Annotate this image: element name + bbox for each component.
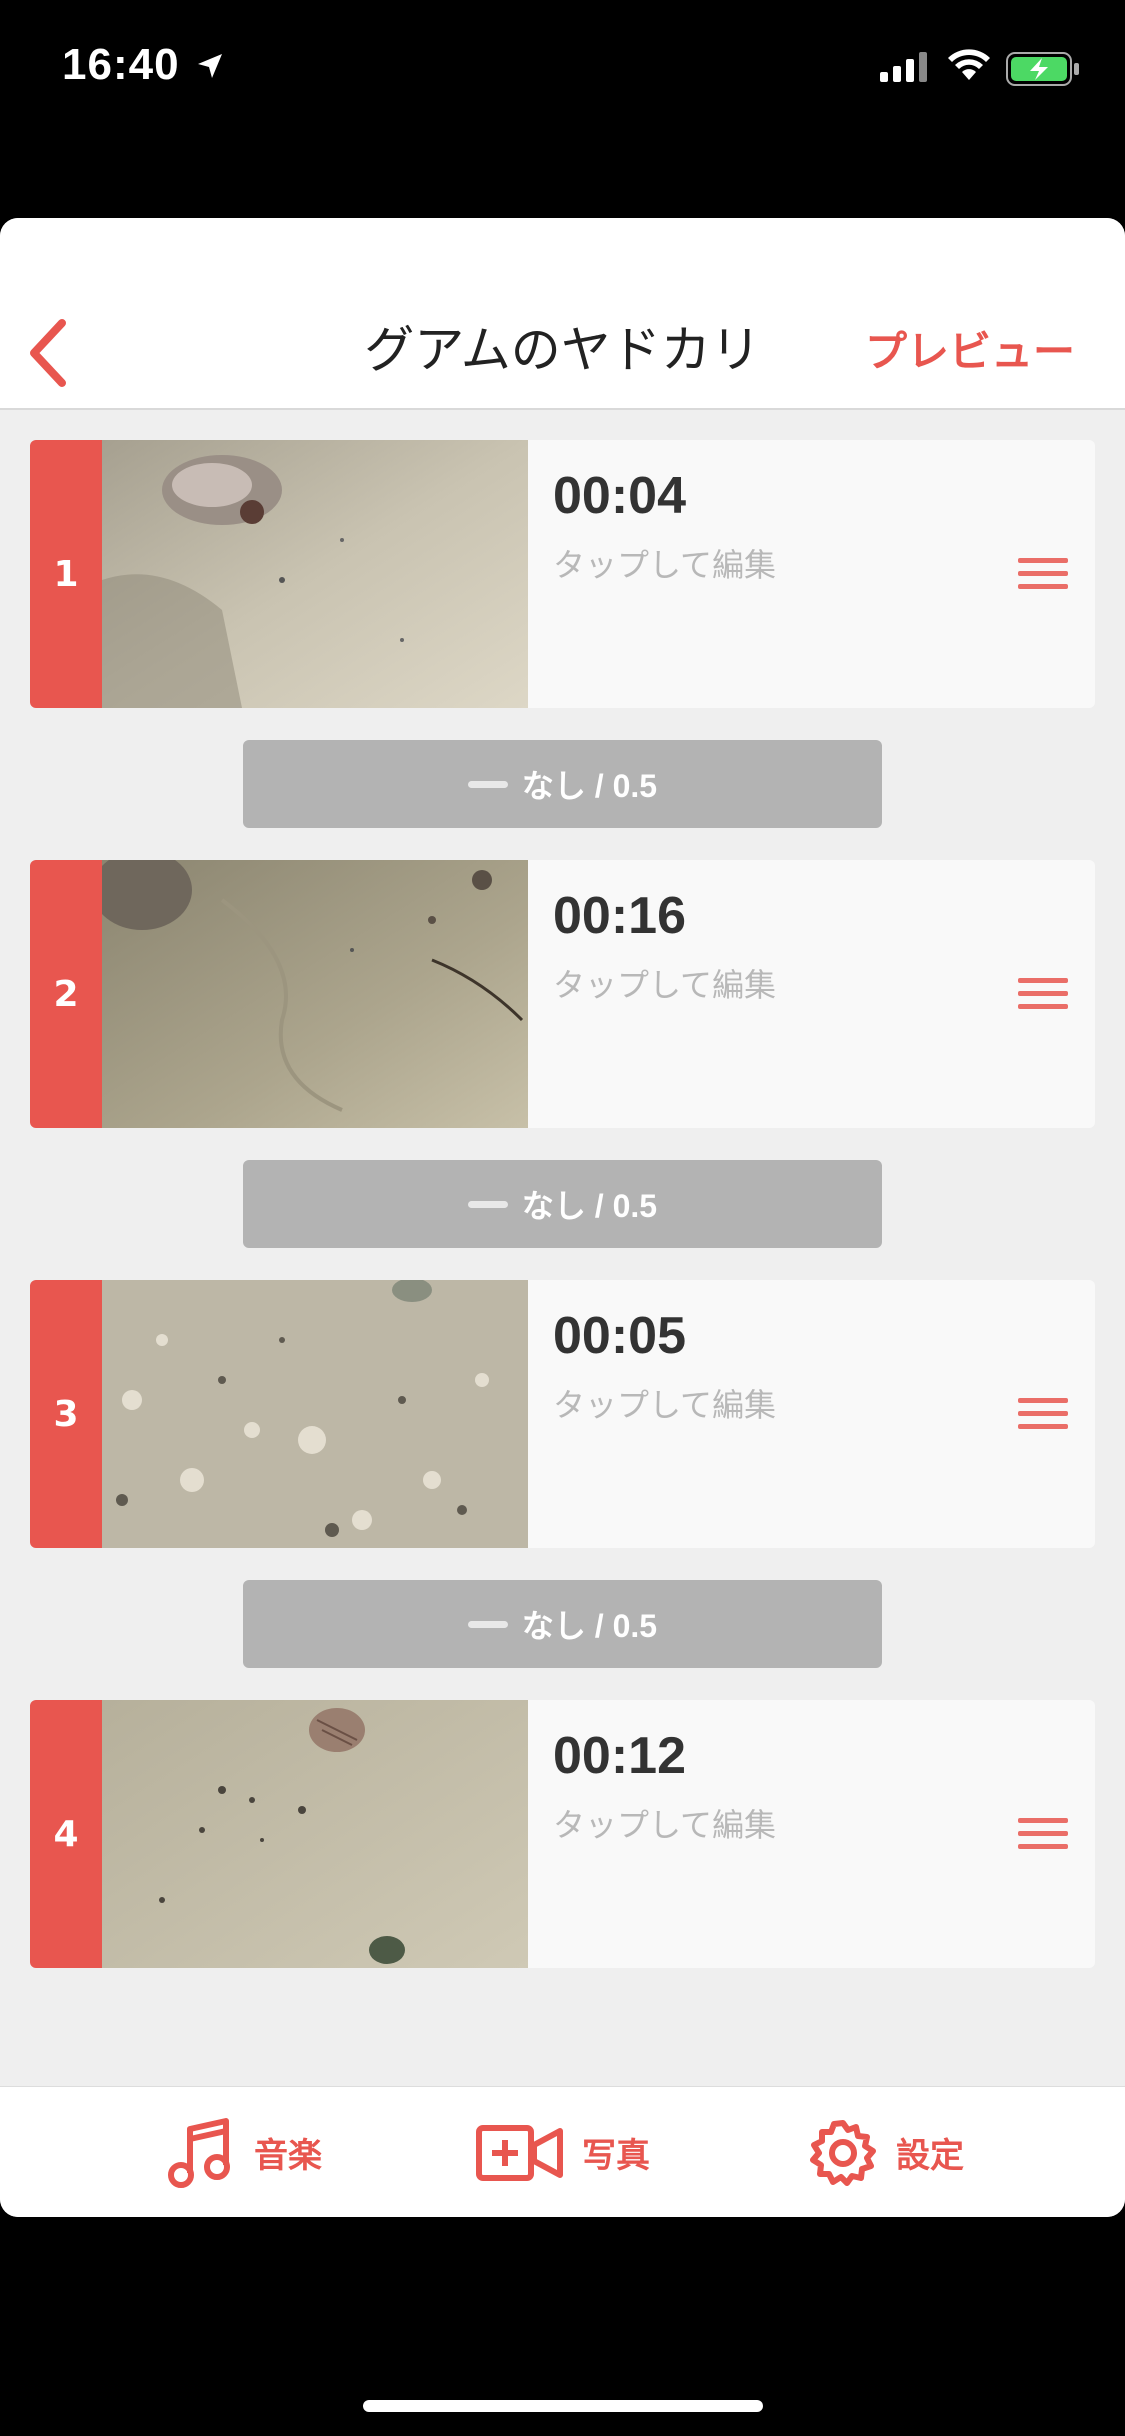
clip-row[interactable]: 1 00:04 タップして編集 — [30, 440, 1095, 708]
battery-charging-icon — [1006, 52, 1079, 86]
clip-row[interactable]: 3 00:05 タップして編集 — [30, 1280, 1095, 1548]
navigation-bar: グアムのヤドカリ プレビュー — [0, 218, 1125, 410]
clip-edit-hint: タップして編集 — [553, 966, 777, 1004]
clip-edit-hint: タップして編集 — [553, 546, 777, 584]
clip-duration: 00:16 — [553, 887, 686, 945]
transition-button[interactable]: なし / 0.5 — [243, 1580, 882, 1668]
clip-index: 3 — [30, 1280, 102, 1548]
clip-duration: 00:12 — [553, 1727, 686, 1785]
drag-handle-icon[interactable] — [1018, 558, 1068, 592]
app-sheet: グアムのヤドカリ プレビュー 1 00:04 タップして編集 なし / 0.5 … — [0, 218, 1125, 2217]
wifi-icon — [948, 49, 990, 80]
clip-thumbnail — [102, 860, 528, 1128]
status-time: 16:40 — [62, 40, 180, 89]
transition-label: なし / 0.5 — [521, 768, 658, 804]
clip-thumbnail — [102, 1280, 528, 1548]
clip-row[interactable]: 2 00:16 タップして編集 — [30, 860, 1095, 1128]
clip-duration: 00:04 — [553, 467, 686, 525]
cellular-signal-icon — [880, 52, 927, 82]
add-video-icon — [476, 2124, 563, 2181]
transition-label: なし / 0.5 — [521, 1188, 658, 1224]
transition-button[interactable]: なし / 0.5 — [243, 740, 882, 828]
clip-thumbnail — [102, 1700, 528, 1968]
clip-duration: 00:05 — [553, 1307, 686, 1365]
clip-index: 4 — [30, 1700, 102, 1968]
drag-handle-icon[interactable] — [1018, 1818, 1068, 1852]
tab-label-photo: 写真 — [582, 2136, 650, 2176]
drag-handle-icon[interactable] — [1018, 1398, 1068, 1432]
music-note-icon — [168, 2117, 230, 2188]
status-bar: 16:40 — [0, 0, 1125, 140]
add-photo-button[interactable]: 写真 — [476, 2087, 650, 2217]
minus-icon — [467, 1620, 508, 1628]
location-arrow-icon — [198, 54, 222, 78]
clip-edit-hint: タップして編集 — [553, 1806, 777, 1844]
clip-edit-hint: タップして編集 — [553, 1386, 777, 1424]
minus-icon — [467, 780, 508, 788]
gear-icon — [810, 2119, 876, 2186]
clip-thumbnail — [102, 440, 528, 708]
preview-button[interactable]: プレビュー — [865, 318, 1075, 379]
tab-label-settings: 設定 — [896, 2136, 964, 2176]
music-button[interactable]: 音楽 — [166, 2087, 322, 2217]
tab-label-music: 音楽 — [254, 2136, 322, 2176]
minus-icon — [467, 1200, 508, 1208]
clip-row[interactable]: 4 00:12 タップして編集 — [30, 1700, 1095, 1968]
transition-label: なし / 0.5 — [521, 1608, 658, 1644]
drag-handle-icon[interactable] — [1018, 978, 1068, 1012]
clip-index: 2 — [30, 860, 102, 1128]
clip-index: 1 — [30, 440, 102, 708]
settings-button[interactable]: 設定 — [808, 2087, 964, 2217]
home-indicator[interactable] — [363, 2400, 763, 2412]
transition-button[interactable]: なし / 0.5 — [243, 1160, 882, 1248]
bottom-toolbar: 音楽 写真 設定 — [0, 2086, 1125, 2217]
